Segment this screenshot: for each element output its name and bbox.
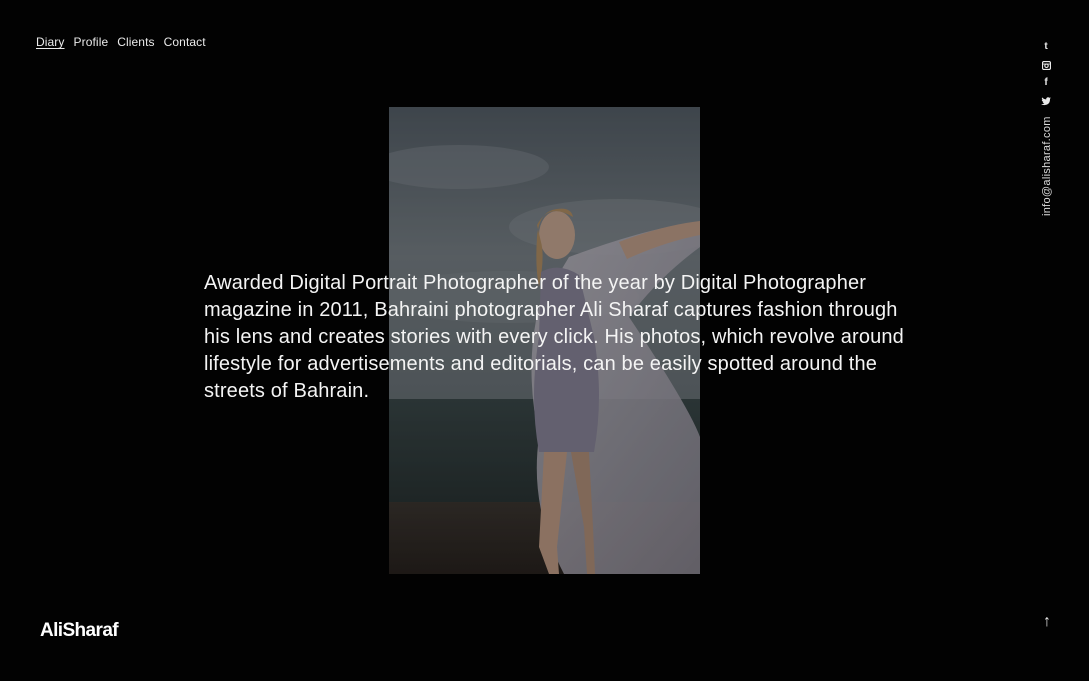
facebook-icon[interactable]: f bbox=[1041, 78, 1051, 88]
site-logo[interactable]: AliSharaf bbox=[40, 620, 119, 642]
intro-text: Awarded Digital Portrait Photographer of… bbox=[204, 272, 904, 402]
tumblr-icon[interactable]: t bbox=[1041, 42, 1051, 52]
nav-item-clients[interactable]: Clients bbox=[117, 35, 154, 49]
nav-item-contact[interactable]: Contact bbox=[164, 35, 206, 49]
instagram-glyph bbox=[1041, 60, 1051, 70]
twitter-glyph bbox=[1041, 96, 1051, 105]
instagram-icon[interactable] bbox=[1041, 60, 1051, 70]
contact-email-link[interactable]: info@alisharaf.com bbox=[1041, 116, 1053, 216]
nav-item-profile[interactable]: Profile bbox=[74, 35, 109, 49]
social-links: t f bbox=[1039, 42, 1053, 106]
page: Diary Profile Clients Contact Awarded Di… bbox=[0, 0, 1089, 681]
back-to-top-arrow-icon[interactable]: ↑ bbox=[1043, 613, 1051, 631]
nav-item-diary[interactable]: Diary bbox=[36, 35, 65, 49]
twitter-icon[interactable] bbox=[1041, 96, 1051, 106]
main-nav: Diary Profile Clients Contact bbox=[36, 35, 206, 49]
